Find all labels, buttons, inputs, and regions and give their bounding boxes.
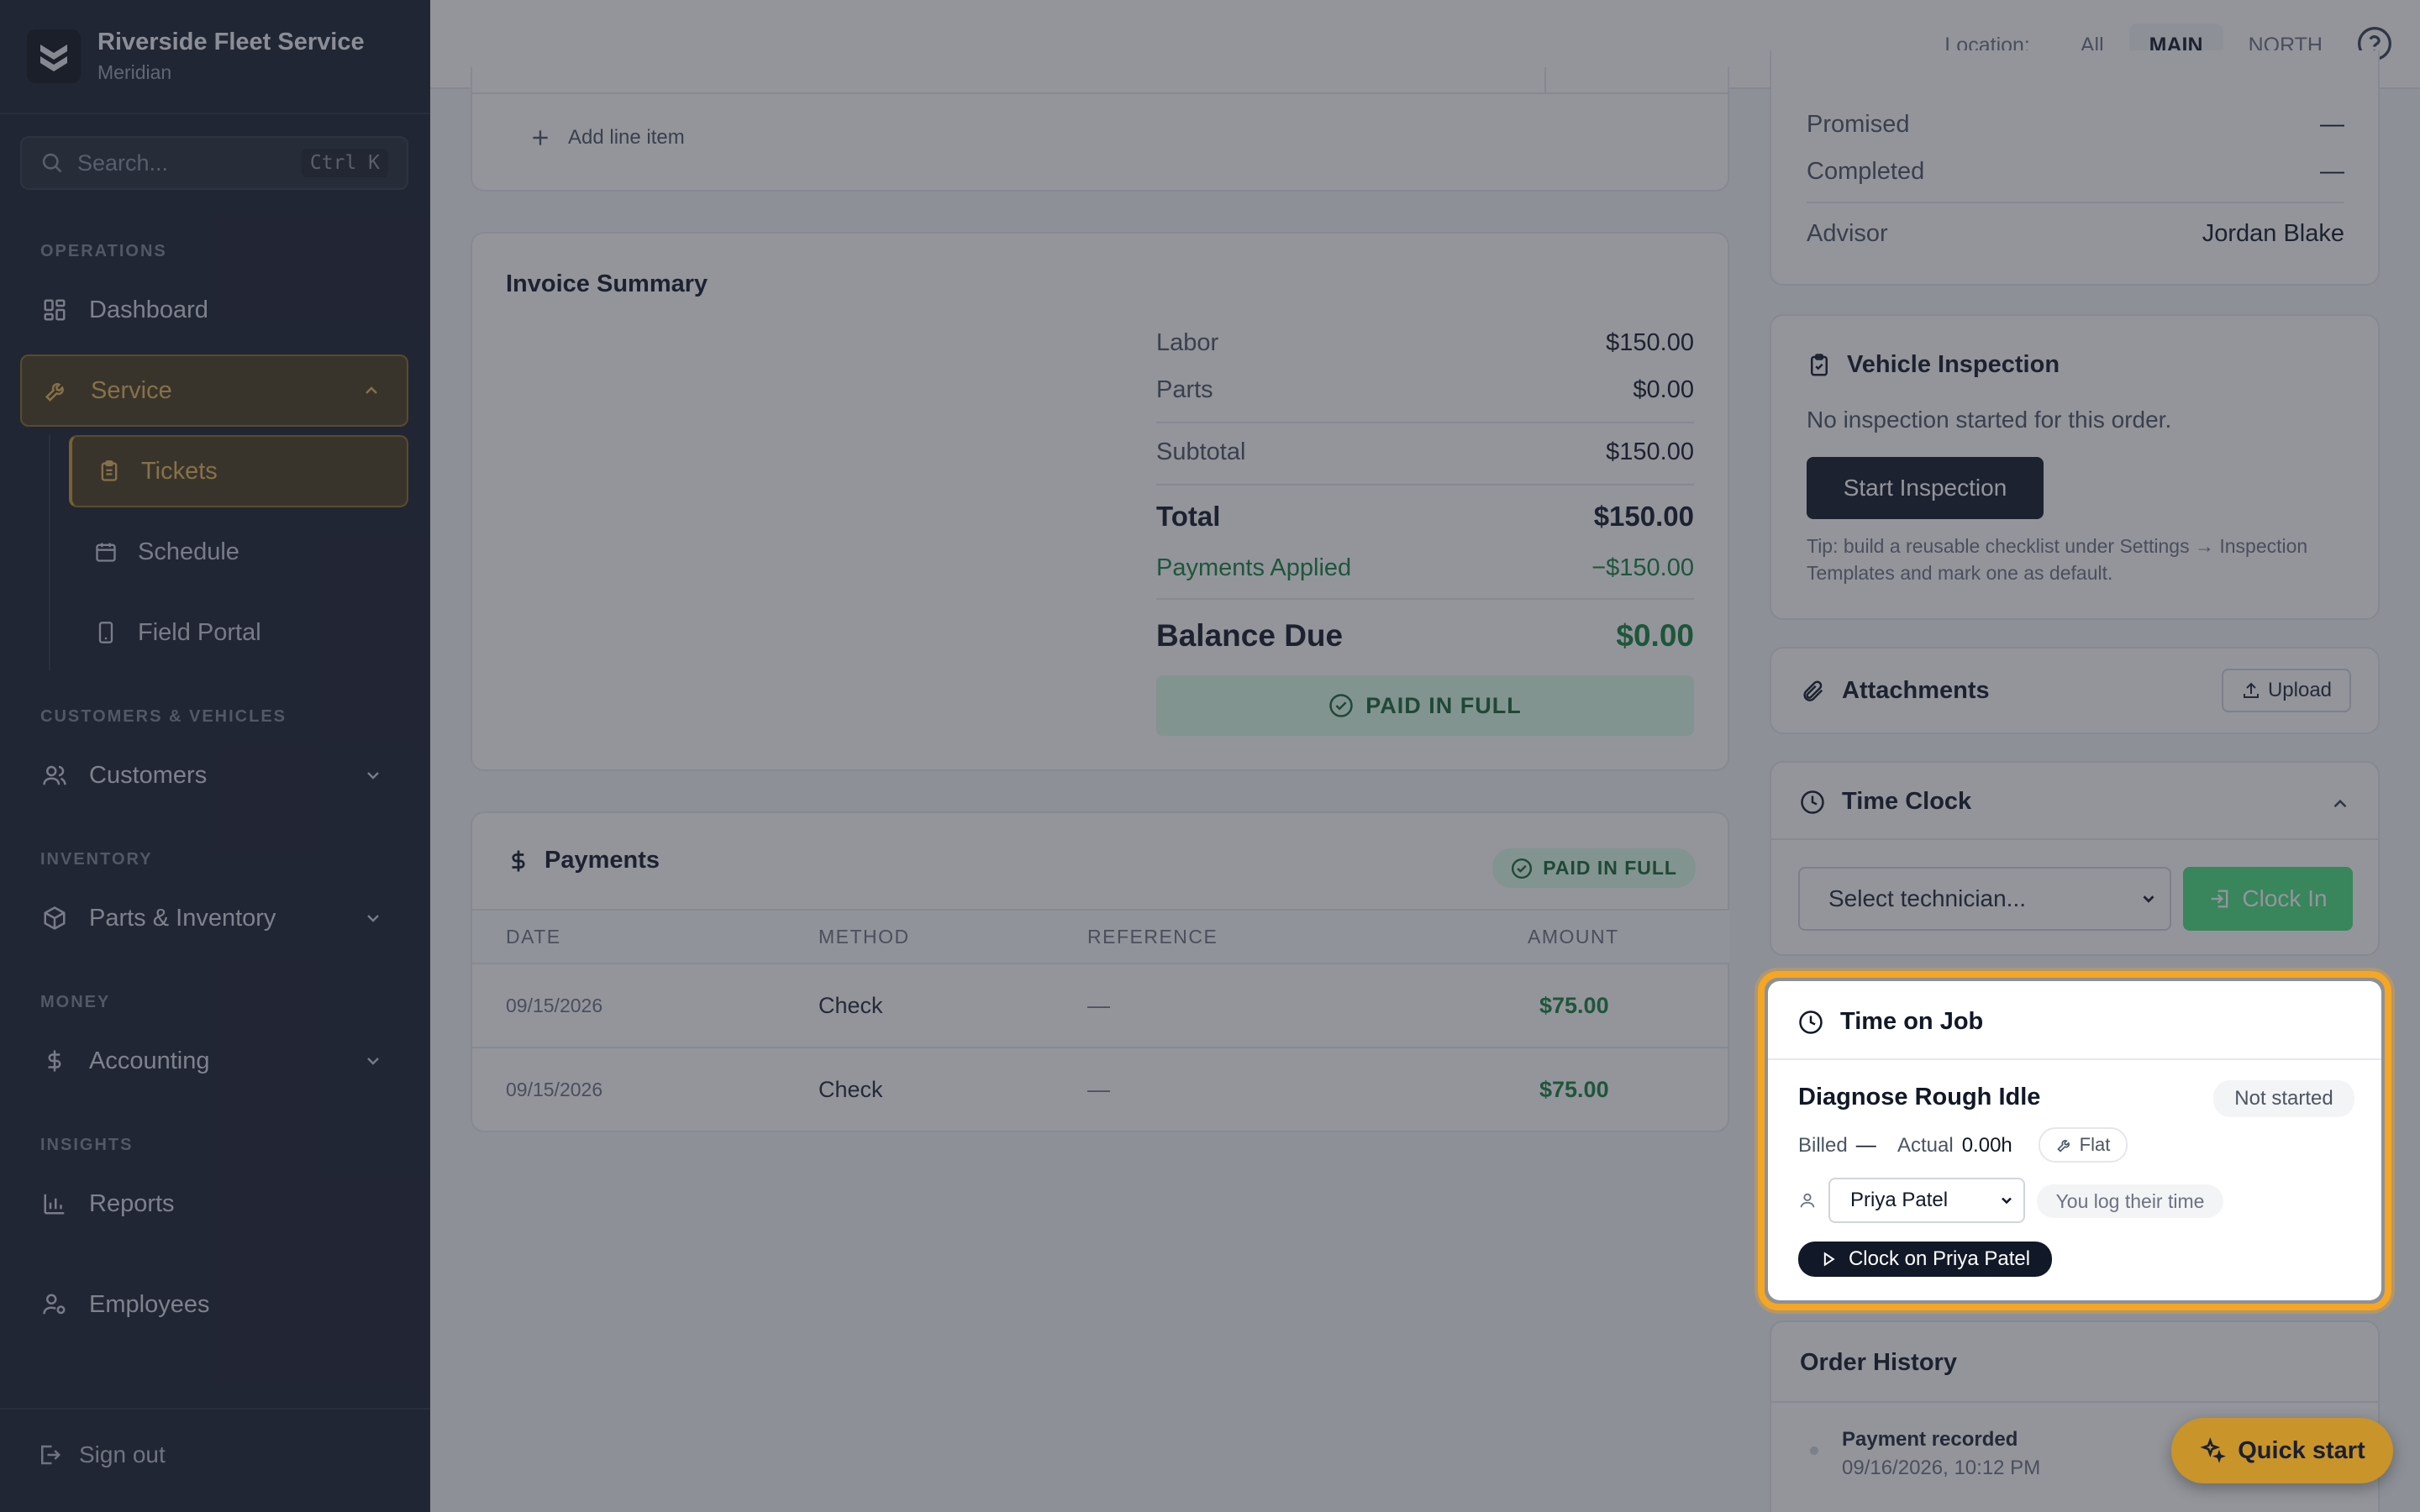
clock-on-technician-button[interactable]: Clock on Priya Patel: [1798, 1242, 2052, 1277]
chevron-down-icon: [2002, 1197, 2012, 1205]
billed-label: Billed: [1798, 1134, 1848, 1157]
time-on-job-title-row: Time on Job: [1798, 1008, 1983, 1036]
billed-value: —: [1855, 1134, 1876, 1157]
play-icon: [1823, 1252, 1835, 1267]
actual-label: Actual: [1897, 1134, 1954, 1157]
job-technician-value: Priya Patel: [1850, 1189, 1949, 1211]
actual-row: Actual 0.00h: [1897, 1134, 2012, 1158]
actual-value: 0.00h: [1961, 1134, 2012, 1157]
quick-start-label: Quick start: [2238, 1436, 2365, 1464]
log-note-badge: You log their time: [2037, 1184, 2223, 1218]
divider: [1768, 1058, 2381, 1060]
clock-on-technician-label: Clock on Priya Patel: [1848, 1247, 2031, 1270]
time-on-job-title: Time on Job: [1840, 1008, 1984, 1035]
job-technician-select[interactable]: Priya Patel: [1828, 1178, 2025, 1223]
sparkles-icon: [2200, 1437, 2227, 1463]
user-icon: [1800, 1193, 1815, 1208]
rate-type-badge: Flat: [2039, 1127, 2128, 1163]
clock-icon: [1799, 1010, 1823, 1034]
wrench-icon: [2056, 1140, 2070, 1152]
job-status-badge: Not started: [2213, 1080, 2354, 1117]
time-on-job-card: Time on Job Diagnose Rough Idle Not star…: [1768, 981, 2381, 1300]
quick-start-button[interactable]: Quick start: [2171, 1418, 2393, 1483]
rate-type-label: Flat: [2079, 1134, 2111, 1155]
job-name: Diagnose Rough Idle: [1798, 1084, 2041, 1110]
billed-row: Billed —: [1798, 1134, 1876, 1158]
